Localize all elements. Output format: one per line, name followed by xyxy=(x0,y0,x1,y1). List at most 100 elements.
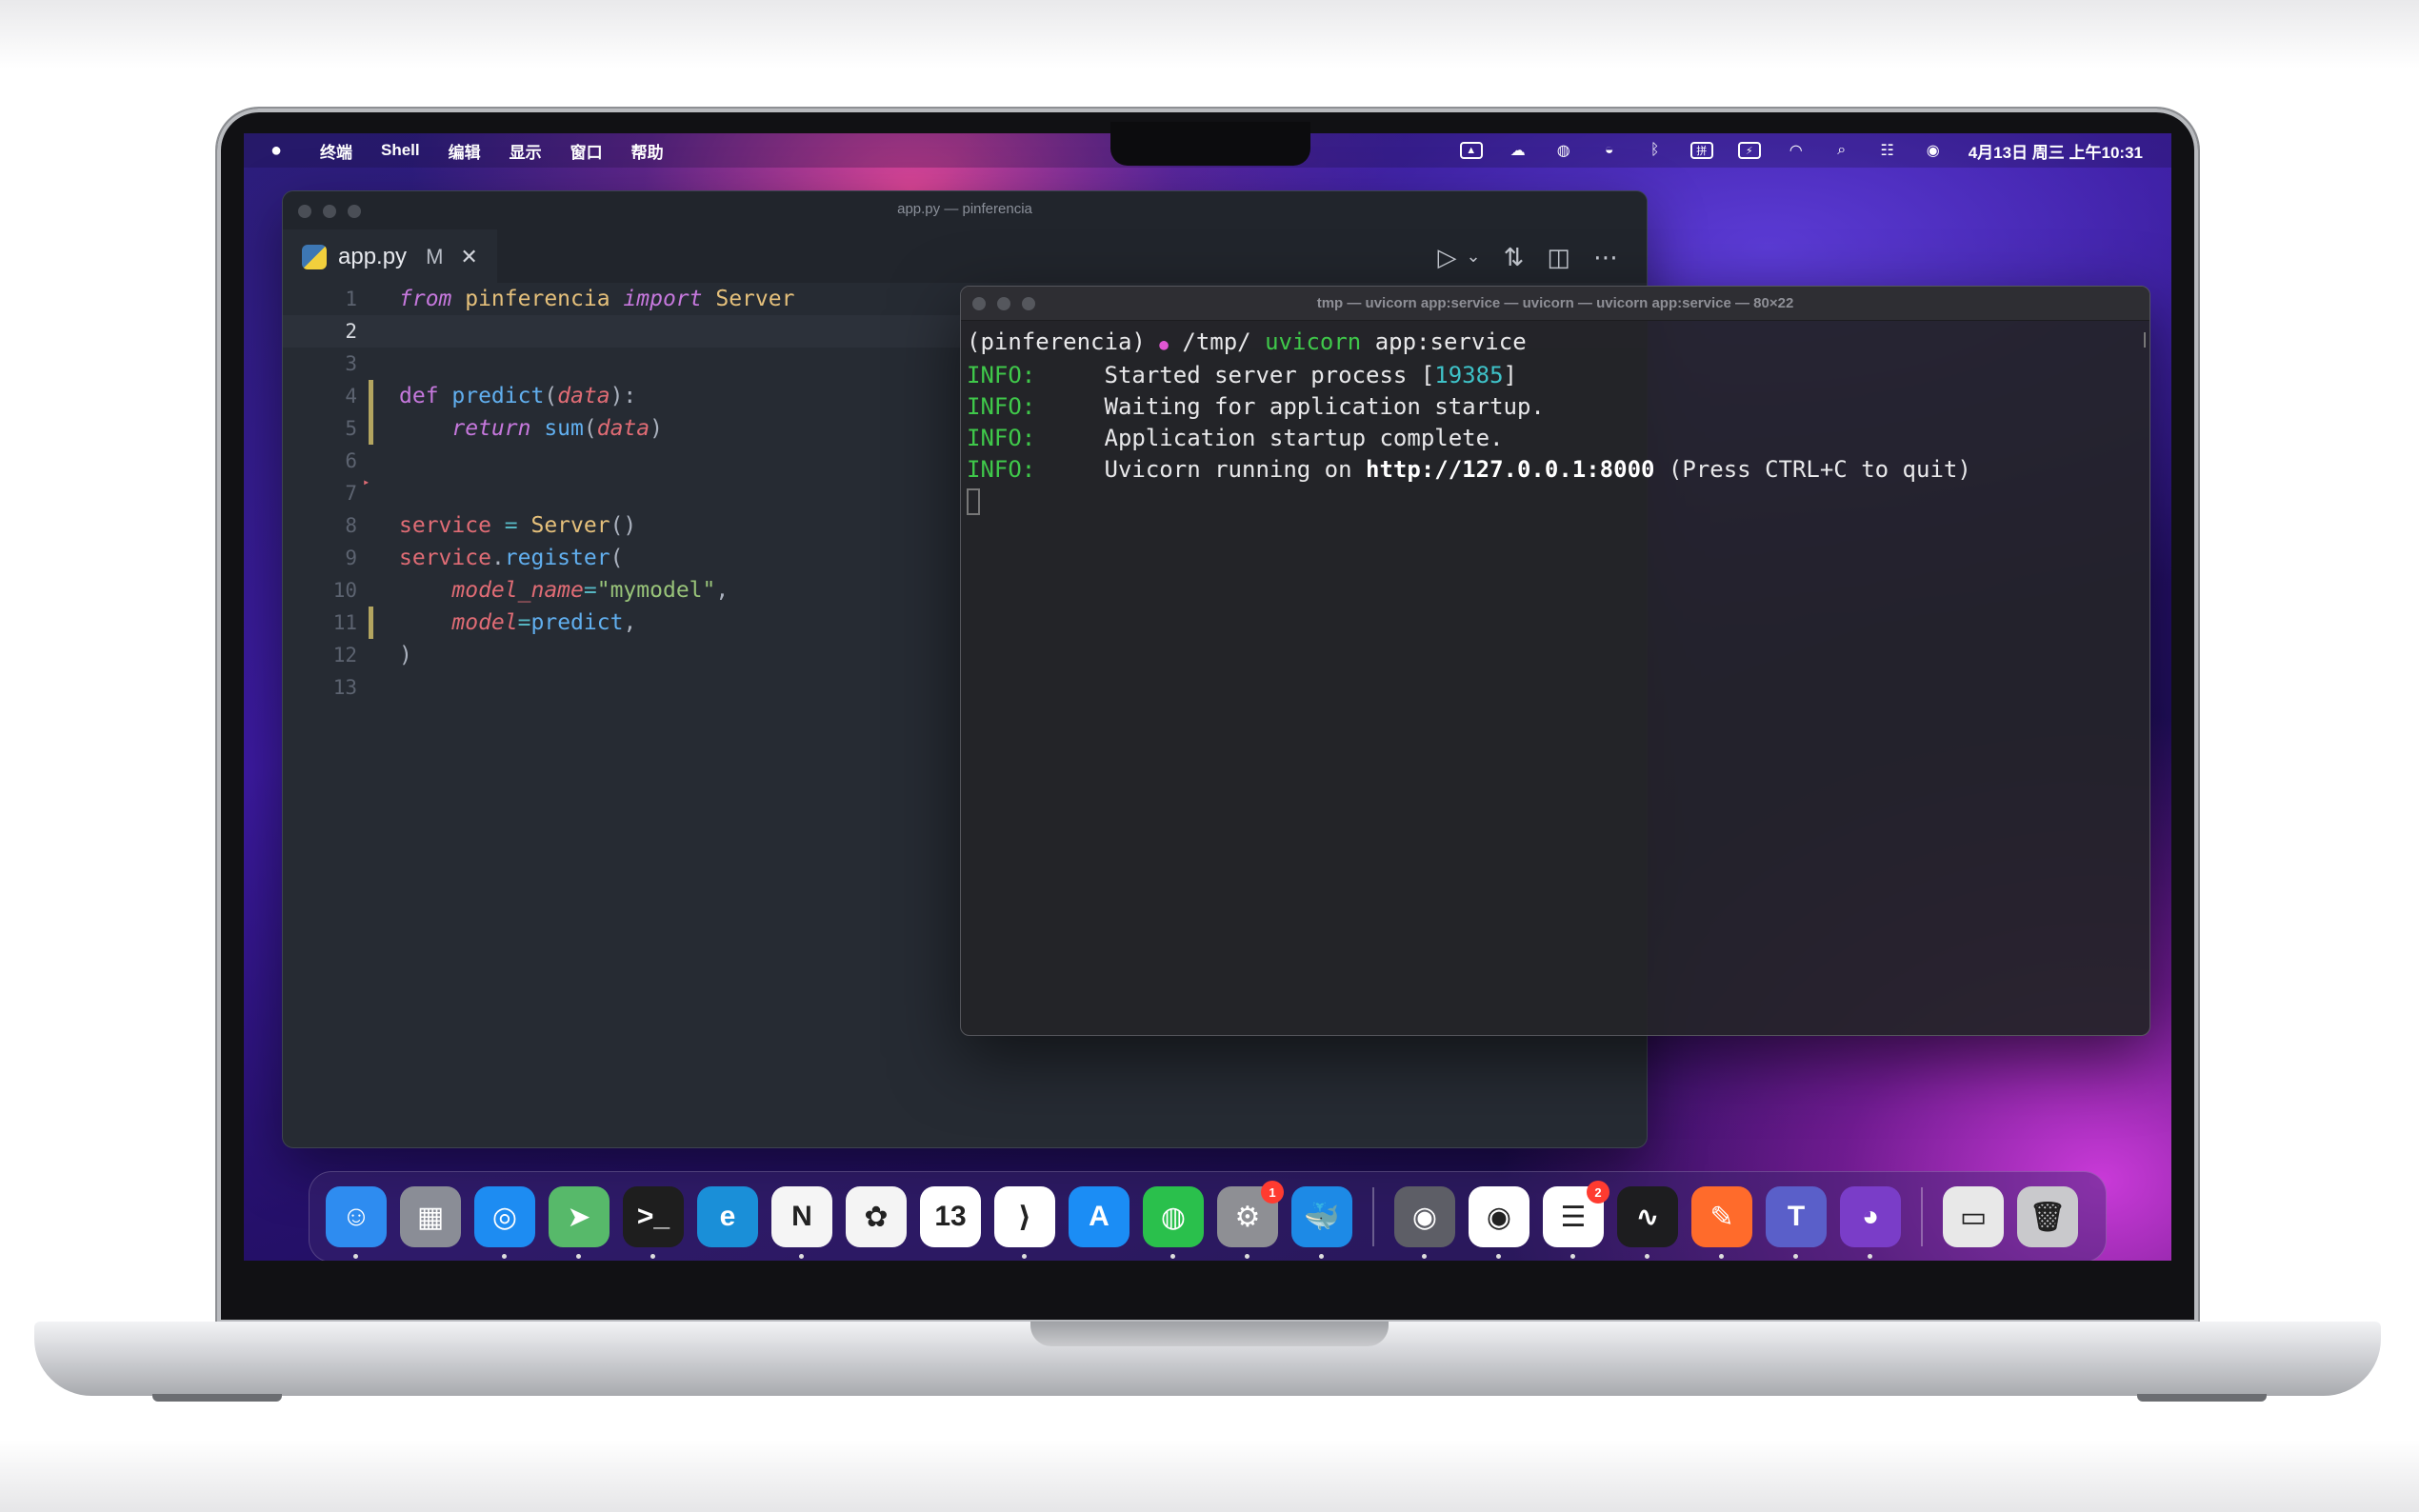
terminal-output[interactable]: (pinferencia) ● /tmp/ uvicorn app:servic… xyxy=(961,321,2149,523)
tab-app-py[interactable]: app.py M ✕ xyxy=(283,229,497,283)
xcode-instruments-icon[interactable]: ◉ xyxy=(1394,1186,1455,1259)
line-number: 2 xyxy=(345,320,357,343)
more-actions-icon[interactable]: ⋯ xyxy=(1593,243,1618,272)
safari-icon[interactable]: ◎ xyxy=(474,1186,535,1259)
deleted-line-marker-icon: ▸ xyxy=(363,475,370,488)
code-text: model_name="mymodel", xyxy=(451,578,730,603)
gutter xyxy=(357,283,390,315)
notification-badge: 2 xyxy=(1587,1181,1609,1204)
bluetooth-icon[interactable]: ᛒ xyxy=(1645,142,1666,159)
cursor-line xyxy=(967,486,2144,517)
line-number: 3 xyxy=(345,352,357,375)
app-store-icon[interactable]: A xyxy=(1069,1186,1130,1247)
compare-changes-icon[interactable]: ⇅ xyxy=(1504,243,1525,272)
code-text: ) xyxy=(399,643,412,667)
app-store-glyph: A xyxy=(1089,1201,1110,1232)
gutter xyxy=(357,542,390,574)
calendar-icon[interactable]: 13 xyxy=(920,1186,981,1247)
teams-icon[interactable]: T xyxy=(1766,1186,1827,1259)
activity-monitor-icon[interactable]: ∿ xyxy=(1617,1186,1678,1259)
laptop-foot xyxy=(152,1394,282,1402)
finder-icon[interactable]: ☺ xyxy=(326,1186,387,1259)
battery-icon[interactable]: ⚡ xyxy=(1737,142,1761,159)
menu-terminal[interactable]: 终端 xyxy=(320,139,352,163)
modified-gutter-mark xyxy=(369,412,373,445)
split-editor-icon[interactable]: ◫ xyxy=(1547,243,1570,272)
menu-edit[interactable]: 编辑 xyxy=(449,139,481,163)
line-number: 13 xyxy=(332,676,357,699)
code-text: def predict(data): xyxy=(399,384,637,408)
menu-help[interactable]: 帮助 xyxy=(631,139,664,163)
running-indicator xyxy=(353,1254,358,1259)
terminal-titlebar: tmp — uvicorn app:service — uvicorn — uv… xyxy=(961,287,2149,321)
github-desktop-icon[interactable]: ◕ xyxy=(1840,1186,1901,1259)
bowl-icon[interactable]: ◒ xyxy=(1599,142,1620,159)
wifi-icon[interactable]: ◠ xyxy=(1786,142,1807,159)
running-indicator xyxy=(1496,1254,1501,1259)
image-icon[interactable]: ▲ xyxy=(1459,142,1483,159)
notification-badge: 1 xyxy=(1261,1181,1284,1204)
terminal-window: tmp — uvicorn app:service — uvicorn — uv… xyxy=(960,286,2150,1036)
system-preferences-icon[interactable]: ⚙ 1 xyxy=(1217,1181,1284,1259)
maps-icon[interactable]: ➤ xyxy=(549,1186,610,1259)
wechat-icon[interactable]: ◍ xyxy=(1553,142,1574,159)
screen-icon[interactable]: ▭ xyxy=(1943,1186,2004,1247)
gutter xyxy=(357,315,390,348)
launchpad-icon[interactable]: ▦ xyxy=(400,1186,461,1247)
notion-icon[interactable]: N xyxy=(771,1186,832,1259)
system-preferences-glyph: ⚙ xyxy=(1234,1201,1261,1233)
menu-clock[interactable]: 4月13日 周三 上午10:31 xyxy=(1969,139,2143,163)
run-dropdown-icon[interactable]: ⌄ xyxy=(1467,247,1481,272)
finder-glyph: ☺ xyxy=(341,1201,371,1232)
cloud-icon[interactable]: ☁ xyxy=(1508,142,1529,159)
gutter xyxy=(357,348,390,380)
siri-icon[interactable]: ◉ xyxy=(1923,142,1944,159)
prompt-symbol-icon: ● xyxy=(1159,335,1169,353)
menu-view[interactable]: 显示 xyxy=(510,139,542,163)
code-text: model=predict, xyxy=(451,610,637,635)
chrome-icon[interactable]: ◉ xyxy=(1469,1186,1529,1259)
run-file-icon[interactable]: ▷ xyxy=(1438,243,1457,272)
trash-icon[interactable]: 🗑 xyxy=(2017,1186,2078,1247)
log-line: INFO: Waiting for application startup. xyxy=(967,393,1545,420)
menu-shell[interactable]: Shell xyxy=(381,141,420,160)
safari-glyph: ◎ xyxy=(491,1201,518,1233)
vscode-glyph: ⟩ xyxy=(1018,1201,1031,1233)
gutter xyxy=(357,412,390,445)
reminders-icon[interactable]: ☰ 2 xyxy=(1543,1181,1609,1259)
control-center-icon[interactable]: ☷ xyxy=(1877,142,1898,159)
terminal-icon[interactable]: >_ xyxy=(623,1186,684,1259)
menu-window[interactable]: 窗口 xyxy=(570,139,603,163)
dock-separator xyxy=(1372,1187,1374,1246)
terminal-scrollbar[interactable] xyxy=(2144,332,2146,348)
wechat-icon[interactable]: ◍ xyxy=(1143,1186,1204,1259)
line-number: 7 xyxy=(345,482,357,505)
launchpad-glyph: ▦ xyxy=(416,1201,445,1233)
close-tab-icon[interactable]: ✕ xyxy=(460,245,477,269)
docker-icon[interactable]: 🐳 xyxy=(1291,1186,1352,1259)
search-icon[interactable]: ⌕ xyxy=(1831,142,1852,159)
modified-gutter-mark xyxy=(369,607,373,639)
tab-filename: app.py xyxy=(338,244,408,269)
prompt-line: (pinferencia) ● /tmp/ uvicorn app:servic… xyxy=(967,328,1527,355)
pencil-app-icon[interactable]: ✎ xyxy=(1691,1186,1752,1259)
log-line: INFO: Started server process [19385] xyxy=(967,362,1517,388)
input-icon[interactable]: 拼 xyxy=(1689,142,1713,159)
apple-menu-icon[interactable]: ● xyxy=(270,140,291,162)
edge-glyph: e xyxy=(719,1201,736,1232)
trash-glyph: 🗑 xyxy=(2029,1201,2067,1233)
activity-monitor-glyph: ∿ xyxy=(1635,1201,1660,1233)
docker-glyph: 🐳 xyxy=(1304,1201,1340,1233)
line-number: 5 xyxy=(345,417,357,440)
running-indicator xyxy=(576,1254,581,1259)
edge-icon[interactable]: e xyxy=(697,1186,758,1247)
gutter xyxy=(357,574,390,607)
line-number: 9 xyxy=(345,547,357,569)
editor-actions: ▷ ⌄ ⇅ ◫ ⋯ xyxy=(1438,243,1618,272)
reminders-glyph: ☰ xyxy=(1560,1201,1587,1233)
running-indicator xyxy=(650,1254,655,1259)
maps-glyph: ➤ xyxy=(567,1201,591,1233)
photos-icon[interactable]: ✿ xyxy=(846,1186,907,1247)
running-indicator xyxy=(1319,1254,1324,1259)
vscode-icon[interactable]: ⟩ xyxy=(994,1186,1055,1259)
